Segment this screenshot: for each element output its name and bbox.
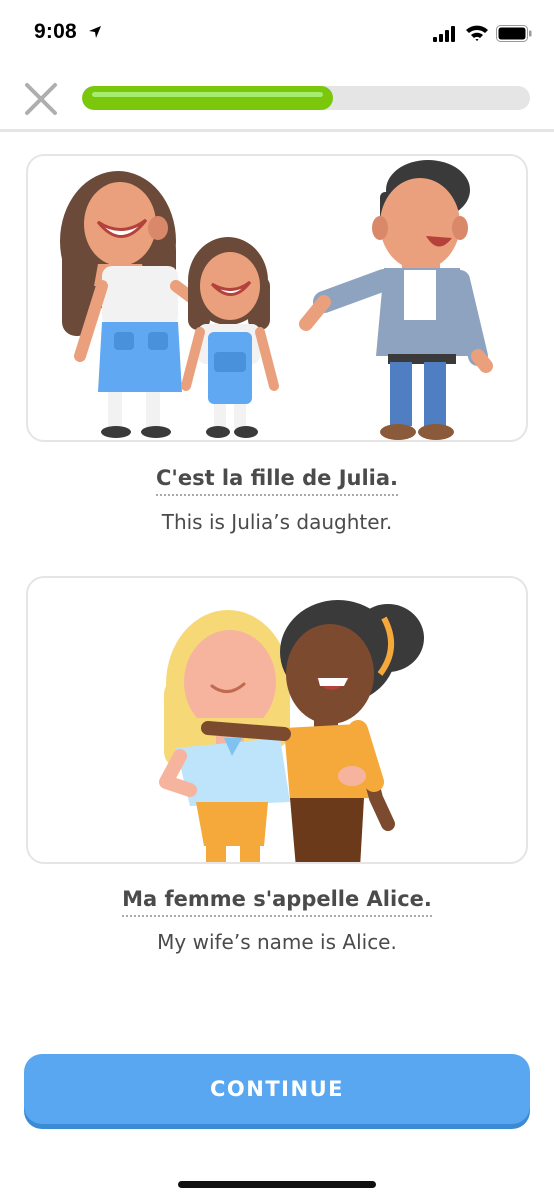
- close-button[interactable]: [20, 78, 62, 120]
- battery-icon: [496, 25, 532, 42]
- french-phrase-2[interactable]: Ma femme s'appelle Alice.: [0, 887, 554, 917]
- close-icon: [25, 83, 57, 115]
- french-phrase-2-text[interactable]: Ma femme s'appelle Alice.: [122, 887, 432, 917]
- wifi-icon: [466, 25, 488, 41]
- lesson-header: [0, 64, 554, 132]
- couple-illustration: [159, 600, 424, 862]
- status-time: 9:08: [34, 20, 77, 43]
- continue-button[interactable]: CONTINUE: [24, 1054, 530, 1124]
- location-arrow-icon: [89, 26, 101, 38]
- family-illustration: [60, 160, 493, 440]
- continue-label: CONTINUE: [210, 1077, 344, 1101]
- lesson-progress-fill: [82, 86, 333, 110]
- english-translation-1: This is Julia’s daughter.: [161, 510, 393, 534]
- status-bar: 9:08: [0, 0, 554, 64]
- french-phrase-1-text[interactable]: C'est la fille de Julia.: [155, 466, 399, 496]
- lesson-progress-bar: [82, 86, 530, 110]
- english-translation-2: My wife’s name is Alice.: [157, 930, 397, 954]
- illustration-card-2: [26, 576, 528, 864]
- french-phrase-1[interactable]: C'est la fille de Julia.: [0, 466, 554, 496]
- illustration-card-1: [26, 154, 528, 442]
- home-indicator[interactable]: [178, 1181, 376, 1188]
- cellular-signal-icon: [433, 26, 455, 42]
